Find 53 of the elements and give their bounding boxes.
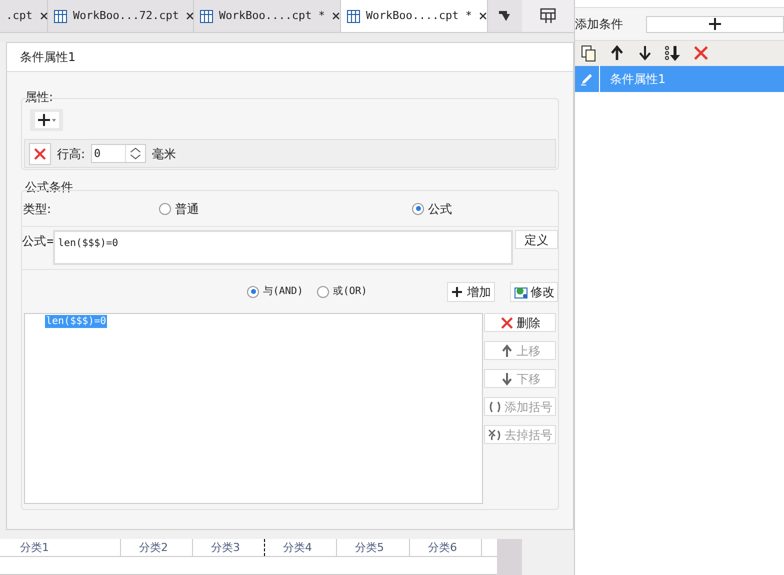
close-icon xyxy=(500,316,514,330)
column-header: 分类1 xyxy=(0,539,121,556)
field-label: 类型: xyxy=(22,200,52,218)
plus-icon xyxy=(709,18,721,30)
table-icon xyxy=(200,10,213,22)
column-header: 分类3 xyxy=(193,539,265,556)
number-spinner[interactable]: 0 xyxy=(91,144,146,163)
close-icon xyxy=(693,45,709,62)
add-button[interactable]: 增加 xyxy=(447,282,495,302)
toolbar-button[interactable] xyxy=(637,45,653,62)
copy-icon xyxy=(581,45,597,62)
list-action-button[interactable]: 删除 xyxy=(484,313,556,332)
down-arrow-icon xyxy=(637,45,653,62)
column-header: 分类6 xyxy=(410,539,482,556)
add-property-button[interactable] xyxy=(30,109,63,131)
toolbar-button[interactable] xyxy=(581,45,597,62)
grid-icon xyxy=(540,8,556,24)
plus-dropdown-icon xyxy=(34,111,60,129)
close-icon xyxy=(330,11,341,21)
field-label: 行高: xyxy=(57,146,86,162)
radio-option[interactable]: 与(AND) xyxy=(247,284,304,299)
modify-button[interactable]: 修改 xyxy=(510,282,558,302)
table-icon xyxy=(347,10,360,22)
down-arrow-icon xyxy=(500,372,514,386)
up-arrow-icon xyxy=(500,344,514,358)
column-header: 分类5 xyxy=(337,539,410,556)
dropdown-icon xyxy=(498,10,512,22)
define-button[interactable]: 定义 xyxy=(515,230,558,249)
formula-field[interactable]: len($$$)=0 xyxy=(53,230,513,265)
radio-option[interactable]: 公式 xyxy=(412,200,452,218)
toolbar-button[interactable] xyxy=(609,45,625,62)
radio-option[interactable]: 普通 xyxy=(159,200,412,218)
move-to-bottom-icon xyxy=(665,45,681,62)
dialog-title: 条件属性1 xyxy=(20,49,76,66)
column-header: 分类4 xyxy=(265,539,337,556)
close-icon xyxy=(478,11,488,21)
radio-option[interactable]: 或(OR) xyxy=(317,284,368,299)
unit-label: 毫米 xyxy=(152,146,176,162)
section-label: 添加条件 xyxy=(575,16,624,33)
panel-toggle-button[interactable] xyxy=(522,0,574,32)
parentheses-icon xyxy=(488,400,502,414)
table-icon xyxy=(54,10,67,22)
close-icon xyxy=(33,146,47,160)
plus-icon xyxy=(451,286,463,298)
parentheses-remove-icon xyxy=(488,428,502,442)
column-header: 分类2 xyxy=(121,539,193,556)
close-icon xyxy=(184,11,195,21)
pencil-icon xyxy=(580,72,594,86)
toolbar-button[interactable] xyxy=(665,45,681,62)
file-tab[interactable]: WorkBoo....cpt * xyxy=(341,0,488,32)
close-icon xyxy=(38,11,48,21)
up-arrow-icon xyxy=(609,45,625,62)
delete-button[interactable] xyxy=(29,142,51,164)
